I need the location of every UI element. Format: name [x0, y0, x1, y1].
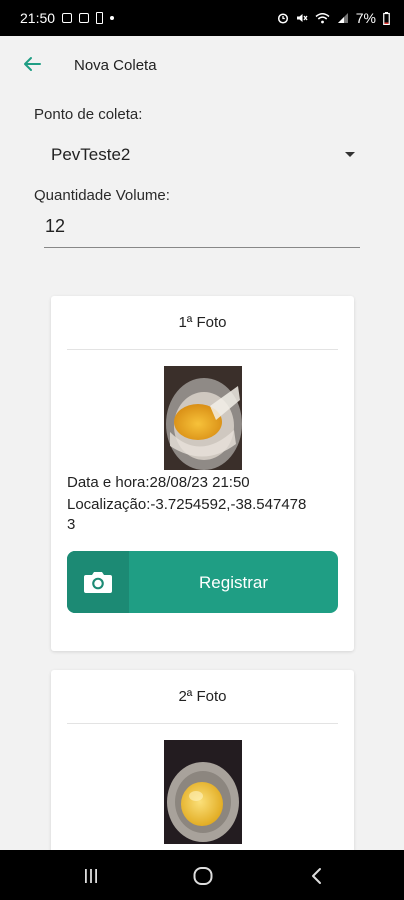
photo-datetime: Data e hora:28/08/23 21:50 — [67, 474, 250, 491]
recents-icon[interactable] — [82, 867, 100, 885]
status-left: 21:50 — [20, 10, 115, 26]
photo-title: 1ª Foto — [178, 314, 227, 331]
camera-icon — [84, 572, 112, 593]
photo-thumbnail — [164, 366, 242, 470]
mute-icon — [296, 14, 308, 22]
home-icon[interactable] — [192, 865, 214, 887]
button-icon-area — [67, 551, 129, 613]
photo-location-continued: 3 — [67, 516, 76, 533]
image-icon — [62, 13, 73, 23]
battery-icon — [383, 11, 390, 25]
wifi-icon — [315, 13, 330, 24]
volume-value: 12 — [45, 216, 66, 236]
battery-icon — [96, 12, 104, 24]
battery-percent: 7% — [355, 10, 376, 26]
photo-card-2: 2ª Foto — [51, 670, 354, 860]
back-icon[interactable] — [308, 867, 326, 885]
page-title: Nova Coleta — [74, 57, 157, 74]
collection-point-label: Ponto de coleta: — [34, 106, 143, 123]
register-button-label: Registrar — [199, 573, 268, 592]
photo-thumbnail — [164, 740, 242, 844]
status-bar: 21:50 7% — [0, 0, 404, 36]
volume-label: Quantidade Volume: — [34, 187, 170, 204]
dot-icon — [110, 16, 115, 20]
photo-title: 2ª Foto — [178, 688, 227, 705]
alarm-icon — [277, 13, 288, 24]
collection-point-value: PevTeste2 — [51, 145, 131, 164]
photo-location: Localização:-3.7254592,-38.547478 — [67, 496, 307, 513]
signal-icon — [337, 13, 348, 23]
register-button[interactable]: Registrar — [67, 551, 338, 613]
volume-field[interactable]: 12 — [44, 205, 360, 248]
collection-point-dropdown[interactable]: PevTeste2 — [34, 138, 364, 172]
app-icon — [79, 13, 90, 23]
navigation-bar — [0, 850, 404, 900]
divider — [67, 723, 338, 724]
status-time: 21:50 — [20, 10, 56, 26]
divider — [67, 349, 338, 350]
arrow-left-icon[interactable] — [20, 52, 44, 76]
dropdown-caret-icon — [345, 152, 355, 157]
status-right: 7% — [277, 10, 390, 26]
photo-card-1: 1ª Foto Data e hora:28/08/23 21:50 Local… — [51, 296, 354, 651]
app-bar: Nova Coleta — [0, 36, 404, 94]
